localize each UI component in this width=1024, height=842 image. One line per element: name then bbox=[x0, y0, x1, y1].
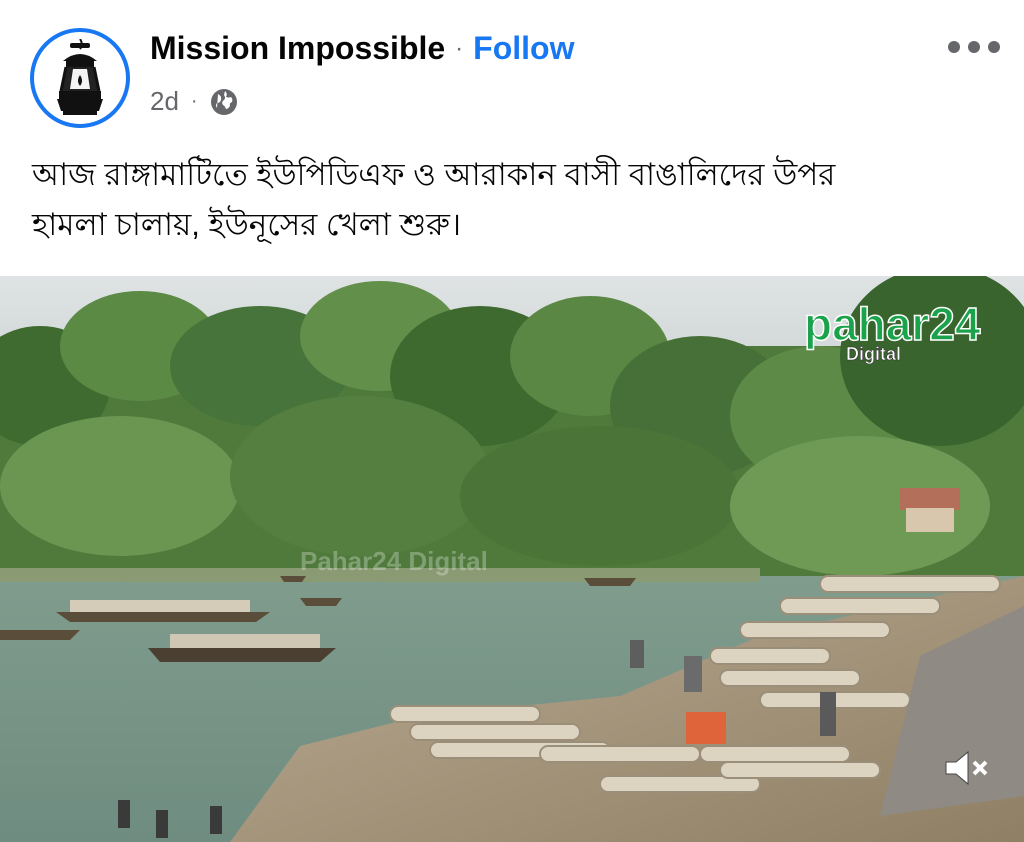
video-frame: Pahar24 Digital pahar24 Digital bbox=[0, 276, 1024, 842]
caption-line: হামলা চালায়, ইউনূসের খেলা শুরু। bbox=[32, 207, 462, 242]
page-avatar[interactable] bbox=[30, 28, 130, 128]
post-video[interactable]: Pahar24 Digital pahar24 Digital bbox=[0, 276, 1024, 842]
watermark-subtitle: Digital bbox=[846, 344, 901, 364]
post-timestamp[interactable]: 2d bbox=[150, 86, 179, 117]
more-options-button[interactable] bbox=[948, 36, 1000, 58]
page-name[interactable]: Mission Impossible bbox=[150, 30, 445, 67]
name-row: Mission Impossible · Follow bbox=[150, 30, 574, 67]
name-separator: · bbox=[455, 34, 464, 62]
globe-icon[interactable] bbox=[210, 88, 238, 116]
lantern-icon bbox=[57, 39, 103, 115]
meta-separator: · bbox=[190, 90, 198, 112]
more-horizontal-icon-dot bbox=[968, 41, 980, 53]
mute-button[interactable] bbox=[938, 740, 994, 796]
post-header: Mission Impossible · Follow 2d · bbox=[0, 0, 1024, 140]
hut-wall bbox=[906, 508, 954, 532]
post-meta: 2d · bbox=[150, 86, 238, 117]
watermark-logo: pahar24 bbox=[804, 298, 981, 350]
more-horizontal-icon-dot bbox=[948, 41, 960, 53]
speaker-muted-icon bbox=[945, 750, 988, 786]
post-caption: আজ রাঙ্গামাটিতে ইউপিডিএফ ও আরাকান বাসী ব… bbox=[32, 150, 992, 250]
more-horizontal-icon-dot bbox=[988, 41, 1000, 53]
follow-button[interactable]: Follow bbox=[473, 30, 574, 67]
faint-watermark: Pahar24 Digital bbox=[300, 546, 488, 576]
hut-roof bbox=[900, 488, 960, 510]
caption-line: আজ রাঙ্গামাটিতে ইউপিডিএফ ও আরাকান বাসী ব… bbox=[32, 157, 836, 192]
